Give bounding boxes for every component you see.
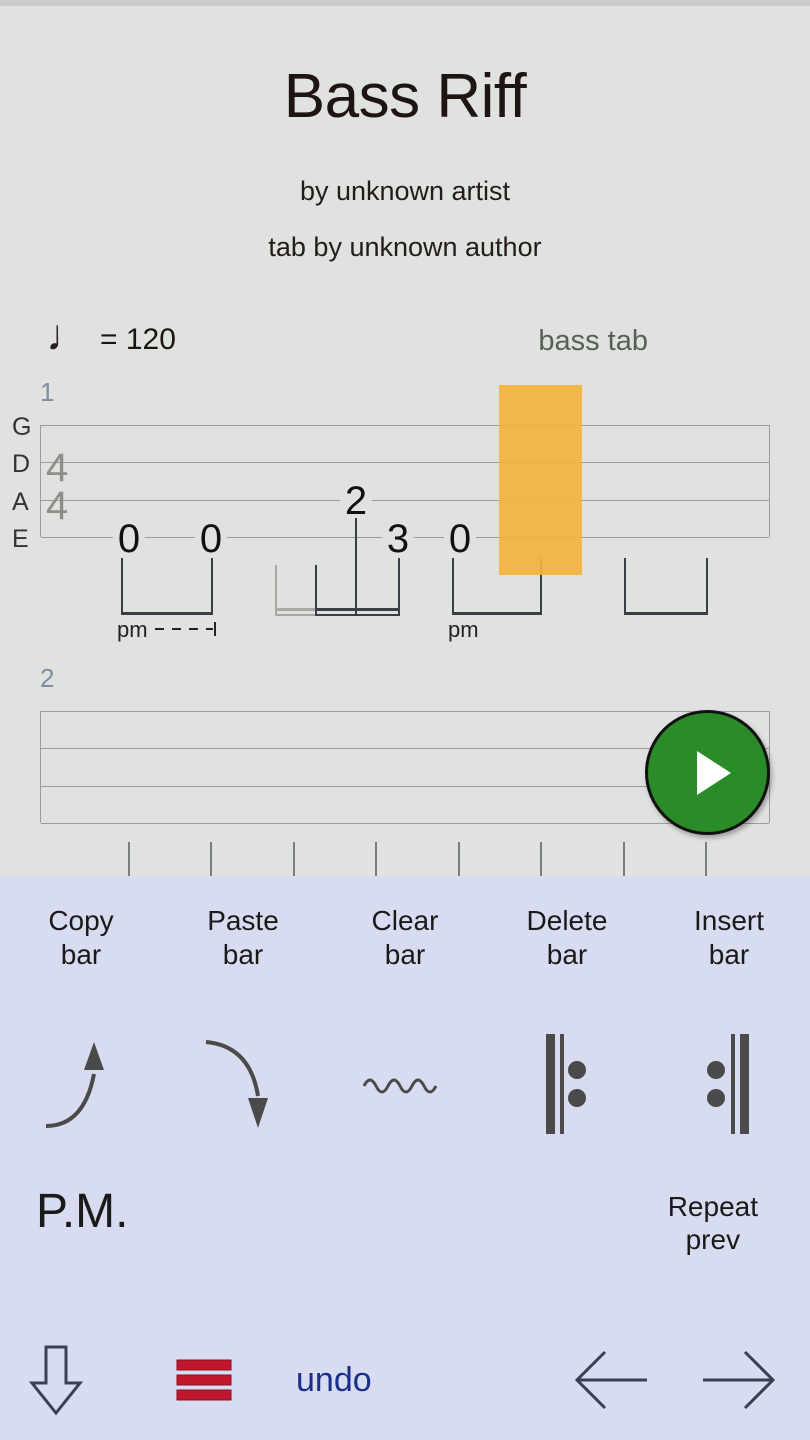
note-beam — [315, 614, 400, 616]
song-tabber: tab by unknown author — [268, 232, 542, 262]
menu-button[interactable] — [166, 1320, 242, 1440]
tempo-value: = 120 — [100, 323, 176, 356]
paste-bar-line1: Paste — [207, 905, 279, 936]
insert-bar-line1: Insert — [693, 905, 765, 936]
undo-label: undo — [296, 1360, 372, 1399]
staff-line-g — [41, 711, 769, 712]
palm-mute-dashes-icon — [155, 622, 216, 636]
note-beam — [121, 612, 213, 615]
menu-icon — [176, 1359, 232, 1401]
clear-bar-line1: Clear — [371, 905, 439, 936]
note-stem — [211, 558, 213, 615]
fret-number[interactable]: 0 — [112, 519, 146, 559]
fret-number[interactable]: 2 — [339, 481, 373, 521]
fret-number[interactable]: 0 — [194, 519, 228, 559]
down-arrow-icon — [28, 1345, 84, 1416]
score-area[interactable]: Bass Riff by unknown artist tab by unkno… — [0, 0, 810, 886]
fret-number[interactable]: 3 — [381, 519, 415, 559]
bend-down-icon — [205, 1040, 268, 1128]
bend-down-button[interactable] — [162, 1024, 324, 1144]
palm-mute-label: pm — [448, 617, 479, 642]
time-signature-top: 4 — [46, 446, 69, 490]
play-triangle-icon — [696, 750, 731, 795]
delete-bar-line2: bar — [546, 939, 588, 970]
bottom-nav-row: undo — [0, 1320, 810, 1440]
note-stem — [624, 558, 626, 615]
paste-bar-line2: bar — [222, 939, 264, 970]
instrument-label: bass tab — [538, 325, 648, 357]
string-label-g: G — [12, 413, 32, 441]
right-arrow-icon — [703, 1350, 776, 1410]
note-stem — [706, 558, 708, 615]
note-stem — [398, 558, 400, 615]
vibrato-button[interactable] — [324, 1024, 486, 1144]
note-stem — [121, 558, 123, 615]
undo-button[interactable]: undo — [296, 1320, 436, 1440]
articulation-icon-row — [0, 1024, 810, 1144]
staff-line-e — [41, 823, 769, 824]
string-label-a: A — [12, 488, 29, 516]
delete-bar-line1: Delete — [526, 905, 608, 936]
repeat-start-button[interactable] — [486, 1024, 648, 1144]
song-title: Bass Riff — [283, 62, 527, 131]
time-signature-bottom: 4 — [46, 484, 69, 528]
repeat-end-button[interactable] — [648, 1024, 810, 1144]
top-edge-divider — [0, 0, 810, 6]
note-stem — [355, 518, 357, 615]
bend-up-icon — [45, 1042, 104, 1128]
prev-button[interactable] — [566, 1320, 656, 1440]
next-button[interactable] — [694, 1320, 784, 1440]
vibrato-icon — [362, 1078, 438, 1094]
note-beam — [624, 612, 708, 615]
edit-cursor-highlight[interactable] — [499, 385, 582, 575]
copy-bar-line1: Copy — [48, 905, 114, 936]
palm-mute-label: pm — [117, 617, 148, 642]
string-label-d: D — [12, 450, 31, 478]
copy-bar-line2: bar — [60, 939, 102, 970]
note-beam — [315, 608, 400, 611]
repeat-end-icon — [707, 1034, 749, 1134]
clear-bar-button[interactable]: Clear bar — [324, 904, 486, 972]
tempo-marking[interactable]: ♩ = 120 — [46, 314, 176, 362]
song-artist: by unknown artist — [299, 176, 511, 206]
clear-bar-line2: bar — [384, 939, 426, 970]
rest-beam — [275, 608, 317, 611]
staff-line-d — [41, 462, 769, 463]
quarter-note-icon: ♩ — [46, 311, 90, 360]
bar-number-2: 2 — [40, 663, 55, 693]
play-button[interactable] — [645, 710, 770, 835]
repeat-prev-button[interactable]: Repeat prev — [668, 1190, 758, 1256]
down-arrow-button[interactable] — [16, 1320, 96, 1440]
palm-mute-button[interactable]: P.M. — [36, 1184, 128, 1239]
insert-bar-line2: bar — [708, 939, 750, 970]
repeat-prev-line2: prev — [685, 1224, 741, 1255]
palm-mute-row: P.M. Repeat prev — [0, 1176, 810, 1266]
rest-beam — [275, 614, 317, 616]
left-arrow-icon — [574, 1350, 647, 1410]
note-beam — [452, 612, 542, 615]
note-stem — [452, 558, 454, 615]
bar-number-1: 1 — [40, 377, 55, 407]
repeat-prev-line1: Repeat — [667, 1191, 758, 1222]
bar-command-row: Copy bar Paste bar Clear bar Delete bar … — [0, 904, 810, 972]
staff-line-a — [41, 500, 769, 501]
staff-line-g — [41, 425, 769, 426]
fret-number[interactable]: 0 — [443, 519, 477, 559]
insert-bar-button[interactable]: Insert bar — [648, 904, 810, 972]
copy-bar-button[interactable]: Copy bar — [0, 904, 162, 972]
string-label-e: E — [12, 525, 29, 553]
delete-bar-button[interactable]: Delete bar — [486, 904, 648, 972]
bend-up-button[interactable] — [0, 1024, 162, 1144]
repeat-start-icon — [546, 1034, 586, 1134]
editor-toolbar-panel: Copy bar Paste bar Clear bar Delete bar … — [0, 876, 810, 1440]
paste-bar-button[interactable]: Paste bar — [162, 904, 324, 972]
